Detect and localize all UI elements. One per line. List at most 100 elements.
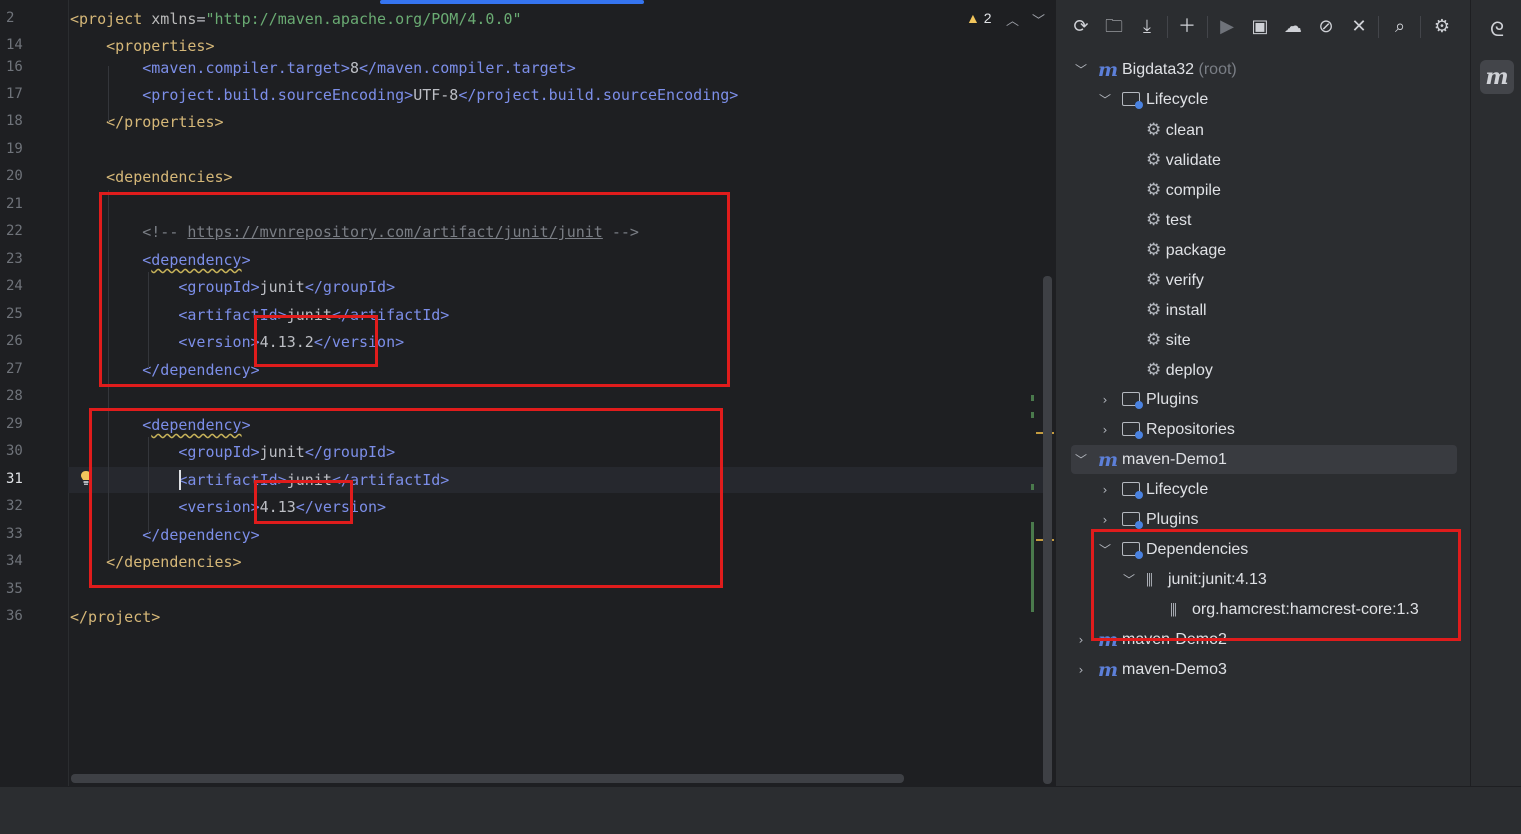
maven-icon[interactable]: m bbox=[1480, 60, 1514, 94]
line-number: 34 bbox=[6, 553, 23, 569]
tree-node-label: maven-Demo3 bbox=[1122, 661, 1227, 678]
folder-gear-icon bbox=[1122, 385, 1143, 415]
prev-highlight-icon[interactable]: ︿ bbox=[1006, 10, 1019, 29]
line-number: 19 bbox=[6, 141, 23, 157]
chevron-down-icon[interactable]: ﹀ bbox=[1074, 55, 1088, 85]
reload-icon[interactable]: ⟳ bbox=[1070, 16, 1092, 38]
run-icon[interactable]: ▶ bbox=[1216, 16, 1238, 38]
code-line[interactable]: <project xmlns="http://maven.apache.org/… bbox=[70, 8, 522, 30]
collapse-icon[interactable]: ✕ bbox=[1348, 16, 1370, 38]
gear-icon: ⚙ bbox=[1146, 150, 1162, 170]
next-highlight-icon[interactable]: ﹀ bbox=[1032, 10, 1045, 29]
change-marker bbox=[1031, 412, 1034, 418]
tree-node-label: Bigdata32 bbox=[1122, 61, 1195, 78]
line-number: 35 bbox=[6, 581, 23, 597]
goal-label: compile bbox=[1165, 182, 1221, 199]
reimport-folder-icon[interactable]: 🗀 bbox=[1103, 16, 1125, 38]
goal-package[interactable]: ⚙ package bbox=[1146, 235, 1226, 265]
chevron-down-icon[interactable]: ﹀ bbox=[1098, 85, 1112, 115]
line-number: 20 bbox=[6, 168, 23, 184]
code-line[interactable]: <project.build.sourceEncoding>UTF-8</pro… bbox=[70, 84, 738, 106]
line-number: 28 bbox=[6, 388, 23, 404]
tree-node-label: Plugins bbox=[1146, 391, 1199, 408]
line-number: 27 bbox=[6, 361, 23, 377]
code-line[interactable]: </project> bbox=[70, 606, 160, 628]
goal-label: deploy bbox=[1165, 362, 1213, 379]
chevron-down-icon[interactable]: ﹀ bbox=[1074, 445, 1088, 475]
line-number: 25 bbox=[6, 306, 23, 322]
goal-deploy[interactable]: ⚙ deploy bbox=[1146, 355, 1213, 385]
line-number: 31 bbox=[6, 471, 23, 487]
run-config-icon[interactable]: ▣ bbox=[1249, 16, 1271, 38]
line-number: 16 bbox=[6, 59, 23, 75]
goal-label: site bbox=[1165, 332, 1191, 349]
folder-gear-icon bbox=[1122, 475, 1143, 505]
goal-clean[interactable]: ⚙ clean bbox=[1146, 115, 1204, 145]
code-line[interactable]: </properties> bbox=[70, 111, 223, 133]
offline-icon[interactable]: ☁ bbox=[1282, 16, 1304, 38]
line-number: 18 bbox=[6, 113, 23, 129]
goal-test[interactable]: ⚙ test bbox=[1146, 205, 1192, 235]
gear-icon: ⚙ bbox=[1146, 330, 1162, 350]
change-marker bbox=[1031, 522, 1034, 612]
goal-install[interactable]: ⚙ install bbox=[1146, 295, 1207, 325]
goal-label: verify bbox=[1165, 272, 1204, 289]
code-line[interactable]: <dependencies> bbox=[70, 166, 232, 188]
goal-compile[interactable]: ⚙ compile bbox=[1146, 175, 1221, 205]
line-number: 29 bbox=[6, 416, 23, 432]
indent-guide bbox=[108, 66, 109, 122]
line-number: 14 bbox=[6, 37, 23, 53]
download-icon[interactable]: ⤓ bbox=[1136, 16, 1158, 38]
horizontal-scrollbar[interactable] bbox=[71, 774, 904, 783]
right-tool-strip: ᘓ m bbox=[1470, 0, 1521, 786]
line-number: 30 bbox=[6, 443, 23, 459]
code-line[interactable]: <maven.compiler.target>8</maven.compiler… bbox=[70, 57, 576, 79]
ai-assistant-icon[interactable]: ᘓ bbox=[1480, 12, 1514, 46]
annotation-box bbox=[99, 192, 730, 387]
annotation-box bbox=[254, 480, 353, 524]
analyze-icon[interactable]: ⌕ bbox=[1389, 16, 1411, 38]
gear-icon: ⚙ bbox=[1146, 180, 1162, 200]
tree-node-label: Repositories bbox=[1146, 421, 1235, 438]
status-bar bbox=[0, 786, 1521, 834]
settings-icon[interactable]: ⚙ bbox=[1431, 16, 1453, 38]
goal-verify[interactable]: ⚙ verify bbox=[1146, 265, 1204, 295]
goal-label: test bbox=[1165, 212, 1192, 229]
chevron-right-icon[interactable]: › bbox=[1074, 655, 1088, 685]
chevron-right-icon[interactable]: › bbox=[1098, 415, 1112, 445]
line-number: 32 bbox=[6, 498, 23, 514]
goal-label: package bbox=[1165, 242, 1227, 259]
folder-gear-icon bbox=[1122, 85, 1143, 115]
line-number: 36 bbox=[6, 608, 23, 624]
goal-site[interactable]: ⚙ site bbox=[1146, 325, 1191, 355]
gear-icon: ⚙ bbox=[1146, 270, 1162, 290]
warnings-count: 2 bbox=[983, 10, 992, 26]
gear-icon: ⚙ bbox=[1146, 240, 1162, 260]
vertical-scrollbar[interactable] bbox=[1043, 276, 1052, 784]
root-hint: (root) bbox=[1198, 61, 1237, 78]
skip-tests-icon[interactable]: ⊘ bbox=[1315, 16, 1337, 38]
line-number: 26 bbox=[6, 333, 23, 349]
code-editor[interactable]: 2 <project xmlns="http://maven.apache.org… bbox=[0, 0, 1055, 786]
toolbar-separator bbox=[1378, 16, 1379, 38]
annotation-box bbox=[254, 315, 378, 367]
annotation-box bbox=[1091, 529, 1461, 641]
line-number: 24 bbox=[6, 278, 23, 294]
gear-icon: ⚙ bbox=[1146, 210, 1162, 230]
code-line[interactable]: <properties> bbox=[70, 35, 214, 57]
tree-node-label: maven-Demo1 bbox=[1122, 451, 1227, 468]
gear-icon: ⚙ bbox=[1146, 120, 1162, 140]
active-tab-indicator bbox=[380, 0, 644, 4]
goal-validate[interactable]: ⚙ validate bbox=[1146, 145, 1221, 175]
chevron-right-icon[interactable]: › bbox=[1098, 385, 1112, 415]
maven-glyph: m bbox=[1485, 64, 1509, 90]
chevron-right-icon[interactable]: › bbox=[1074, 625, 1088, 655]
add-icon[interactable]: ＋ bbox=[1176, 16, 1198, 38]
goal-label: clean bbox=[1165, 122, 1204, 139]
chevron-right-icon[interactable]: › bbox=[1098, 475, 1112, 505]
line-number: 2 bbox=[6, 10, 15, 26]
goal-label: install bbox=[1165, 302, 1207, 319]
inspection-widget[interactable]: ▲ 2 bbox=[966, 10, 992, 26]
line-number: 17 bbox=[6, 86, 23, 102]
tree-node-label: Lifecycle bbox=[1146, 481, 1209, 498]
